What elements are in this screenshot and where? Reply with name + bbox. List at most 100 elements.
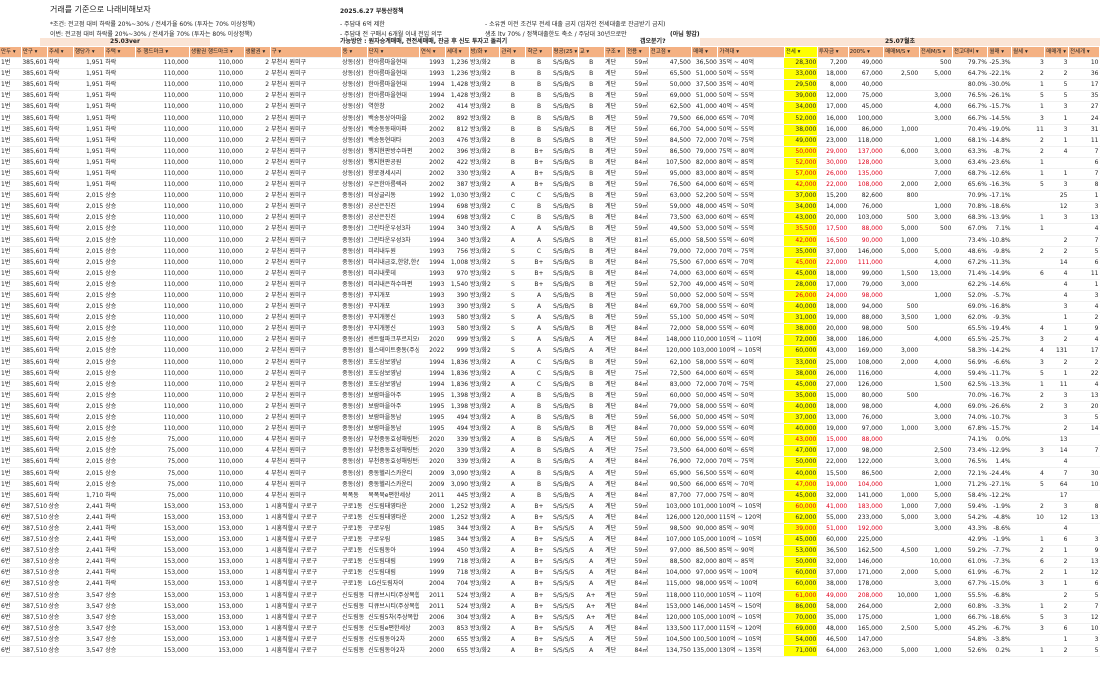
table-cell[interactable]: 부천시 원미구 (270, 180, 341, 191)
table-cell[interactable]: 하락 (104, 557, 135, 568)
table-cell[interactable]: 시흥직할시 구로구 (270, 557, 341, 568)
table-cell[interactable]: 6번 (0, 523, 21, 534)
table-cell[interactable]: 방3/화2 (469, 435, 500, 446)
table-cell[interactable]: 1993 (419, 69, 445, 80)
table-cell[interactable]: 2002 (419, 146, 445, 157)
table-cell[interactable]: 시흥직할시 구로구 (270, 568, 341, 579)
table-cell[interactable]: 67.2% (952, 257, 988, 268)
table-cell[interactable]: 2,500 (919, 446, 952, 457)
table-cell[interactable]: B+ (526, 568, 552, 579)
table-cell[interactable]: 1,000 (919, 590, 952, 601)
table-cell[interactable]: 60억 ~ 65억 (718, 213, 784, 224)
table-cell[interactable]: 4,000 (919, 401, 952, 412)
table-cell[interactable]: 892 (445, 113, 469, 124)
table-cell[interactable]: 2,015 (73, 401, 104, 412)
table-cell[interactable]: 153,000 (135, 546, 190, 557)
table-cell[interactable]: 2020 (419, 335, 445, 346)
table-cell[interactable]: 방3/화2 (469, 213, 500, 224)
table-cell[interactable]: 2,015 (73, 279, 104, 290)
table-cell[interactable] (1045, 157, 1069, 168)
table-cell[interactable]: 2 (1045, 601, 1069, 612)
table-cell[interactable]: 1번 (0, 446, 21, 457)
table-cell[interactable]: 15,000 (817, 435, 848, 446)
table-cell[interactable]: 미리내롯데 (367, 268, 419, 279)
column-header[interactable]: 생활권 행드마크 ▾ (189, 47, 245, 58)
table-cell[interactable]: 방3/화2 (469, 579, 500, 590)
table-cell[interactable]: 방3/화2 (469, 313, 500, 324)
table-cell[interactable]: 보람마을아주 (367, 390, 419, 401)
table-cell[interactable]: 73.4% (952, 446, 988, 457)
table-cell[interactable]: 108,000 (848, 180, 884, 191)
table-cell[interactable]: B (578, 168, 604, 179)
table-cell[interactable]: 146,000 (692, 601, 718, 612)
table-cell[interactable]: 49,000 (817, 590, 848, 601)
table-cell[interactable]: 50,000 (649, 80, 692, 91)
table-cell[interactable]: 2011 (419, 590, 445, 601)
column-header[interactable]: 전고점 ▾ (649, 47, 693, 58)
table-cell[interactable]: B (578, 69, 604, 80)
table-cell[interactable] (884, 290, 920, 301)
table-cell[interactable]: 상승 (47, 535, 73, 546)
table-cell[interactable]: 1 (244, 557, 270, 568)
table-cell[interactable]: 38,000 (817, 579, 848, 590)
table-cell[interactable]: 3 (1012, 579, 1045, 590)
table-cell[interactable]: 120,000 (692, 512, 718, 523)
table-cell[interactable]: -15.7% (988, 102, 1012, 113)
table-cell[interactable]: B+ (526, 268, 552, 279)
table-cell[interactable]: 2,015 (73, 390, 104, 401)
table-cell[interactable]: 88,500 (649, 557, 692, 568)
table-cell[interactable]: 3 (1045, 213, 1069, 224)
table-cell[interactable]: 7,000 (919, 168, 952, 179)
table-cell[interactable]: 43,000 (784, 212, 818, 224)
table-cell[interactable]: B (578, 246, 604, 257)
table-cell[interactable]: 상동(상) (341, 91, 367, 102)
table-cell[interactable]: 45.2% (952, 623, 988, 634)
table-cell[interactable]: 방3/화2 (469, 235, 500, 246)
table-cell[interactable]: 110,000 (190, 102, 245, 113)
table-cell[interactable]: 부천시 원미구 (270, 58, 341, 69)
table-cell[interactable]: 1,500 (884, 268, 920, 279)
table-cell[interactable]: 53,000 (784, 545, 818, 557)
table-cell[interactable]: 73,500 (649, 213, 692, 224)
table-cell[interactable]: 하락 (104, 523, 135, 534)
table-cell[interactable]: 101,000 (692, 501, 718, 512)
table-cell[interactable] (884, 113, 920, 124)
table-cell[interactable]: 450 (445, 546, 469, 557)
table-cell[interactable]: 22,000 (817, 180, 848, 191)
table-cell[interactable]: 2 (244, 401, 270, 412)
table-cell[interactable]: 3,000 (919, 512, 952, 523)
table-cell[interactable]: 87,700 (649, 490, 692, 501)
table-cell[interactable]: B+ (526, 645, 552, 656)
table-cell[interactable]: 10,000 (884, 590, 920, 601)
table-cell[interactable]: 86,500 (649, 146, 692, 157)
table-cell[interactable]: 18,000 (817, 401, 848, 412)
table-cell[interactable]: 62,500 (649, 102, 692, 113)
table-cell[interactable]: 9 (1068, 324, 1099, 335)
table-cell[interactable]: 1 (244, 579, 270, 590)
table-cell[interactable]: 385,601 (21, 268, 47, 279)
table-cell[interactable]: 상동(상) (341, 146, 367, 157)
table-cell[interactable]: 128,000 (848, 157, 884, 168)
table-cell[interactable]: 28,300 (784, 57, 818, 69)
table-cell[interactable]: 18,000 (817, 302, 848, 313)
table-cell[interactable]: B+ (526, 523, 552, 534)
table-cell[interactable]: S/S/B/S (552, 202, 578, 213)
table-cell[interactable]: 하락 (47, 379, 73, 390)
table-cell[interactable] (1012, 634, 1045, 645)
table-cell[interactable]: 1 (1045, 324, 1069, 335)
table-cell[interactable]: 계단 (604, 479, 625, 490)
table-cell[interactable]: 55억 ~ 60억 (718, 424, 784, 435)
table-cell[interactable]: 상승 (104, 424, 135, 435)
table-cell[interactable] (1012, 435, 1045, 446)
table-cell[interactable]: 4,000 (919, 257, 952, 268)
table-cell[interactable]: 하락 (104, 157, 135, 168)
table-cell[interactable]: 1번 (0, 346, 21, 357)
table-cell[interactable]: 19,000 (817, 424, 848, 435)
table-cell[interactable]: 153,000 (649, 601, 692, 612)
table-cell[interactable]: 부천시 원미구 (270, 401, 341, 412)
table-cell[interactable]: 153,000 (190, 546, 245, 557)
table-cell[interactable]: 79,000 (692, 146, 718, 157)
table-cell[interactable]: S/S/B/S (552, 479, 578, 490)
table-cell[interactable]: 1,236 (445, 58, 469, 69)
table-cell[interactable]: 31,000 (784, 312, 818, 324)
